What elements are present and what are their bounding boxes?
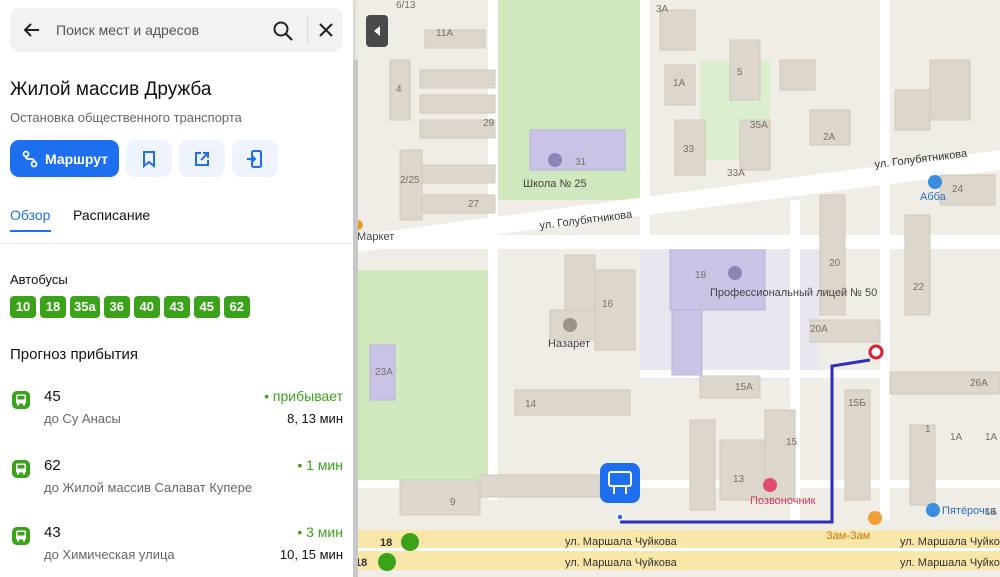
- arrival-route: 45: [44, 388, 61, 405]
- bus-route-badge[interactable]: 18: [40, 296, 66, 318]
- svg-text:15Б: 15Б: [848, 398, 866, 409]
- route-button[interactable]: Маршрут: [10, 140, 119, 177]
- sidebar-panel: Поиск мест и адресов Жилой массив Дружба…: [0, 0, 353, 577]
- svg-text:3А: 3А: [656, 4, 669, 15]
- destination-marker[interactable]: [868, 344, 884, 360]
- bus-route-badge[interactable]: 36: [103, 296, 130, 318]
- active-tab-indicator: [10, 230, 51, 232]
- arrival-times: 8, 13 мин: [287, 411, 343, 426]
- arrival-destination: до Жилой массив Салават Купере: [44, 480, 253, 495]
- close-icon[interactable]: [318, 22, 334, 38]
- svg-text:15: 15: [786, 437, 798, 448]
- svg-text:16: 16: [602, 299, 614, 310]
- poi-label[interactable]: Зам-Зам: [826, 530, 870, 542]
- divider: [0, 243, 353, 244]
- share-button[interactable]: [179, 140, 225, 177]
- bus-route-list: 10 18 35а 36 40 43 45 62: [10, 296, 250, 318]
- arrival-destination: до Химическая улица: [44, 547, 175, 562]
- bus-icon: [12, 527, 30, 545]
- street-label: ул. Маршала Чуйкова: [900, 557, 1000, 569]
- svg-text:6/13: 6/13: [396, 0, 416, 11]
- svg-text:1А: 1А: [985, 432, 998, 443]
- svg-text:1А: 1А: [950, 432, 963, 443]
- bus-route-badge[interactable]: 43: [163, 296, 190, 318]
- svg-text:35А: 35А: [750, 120, 768, 131]
- search-icon[interactable]: [272, 20, 294, 42]
- back-arrow-icon[interactable]: [22, 20, 42, 40]
- arrival-route: 43: [44, 524, 61, 541]
- svg-text:23А: 23А: [375, 367, 393, 378]
- route-button-label: Маршрут: [44, 150, 109, 167]
- arrival-row[interactable]: 43 до Химическая улица • 3 мин 10, 15 ми…: [0, 522, 353, 577]
- svg-text:5: 5: [737, 67, 743, 78]
- bookmark-button[interactable]: [126, 140, 172, 177]
- share-icon: [195, 151, 209, 166]
- search-input[interactable]: Поиск мест и адресов: [56, 22, 199, 38]
- svg-text:11А: 11А: [436, 28, 453, 39]
- svg-text:18: 18: [380, 537, 392, 549]
- search-divider: [307, 16, 308, 44]
- arrival-row[interactable]: 62 до Жилой массив Салават Купере • 1 ми…: [0, 455, 353, 515]
- svg-text:2/25: 2/25: [400, 175, 420, 186]
- svg-text:9: 9: [450, 497, 456, 508]
- arrival-status: • прибывает: [264, 388, 343, 404]
- svg-text:1А: 1А: [673, 78, 686, 89]
- send-to-phone-button[interactable]: [232, 140, 278, 177]
- svg-text:26А: 26А: [970, 378, 988, 389]
- street-label: ул. Маршала Чуйкова: [565, 536, 678, 548]
- svg-text:15А: 15А: [735, 382, 753, 393]
- poi-label[interactable]: Назарет: [548, 338, 590, 350]
- bus-route-badge[interactable]: 10: [10, 296, 36, 318]
- svg-text:22: 22: [913, 282, 925, 293]
- svg-text:27: 27: [468, 199, 480, 210]
- tab-schedule[interactable]: Расписание: [73, 207, 150, 223]
- bus-route-badge[interactable]: 45: [193, 296, 220, 318]
- svg-text:1Б: 1Б: [985, 507, 998, 518]
- tab-overview[interactable]: Обзор: [10, 207, 50, 223]
- street-label: ул. Маршала Чуйкова: [900, 536, 1000, 548]
- svg-text:24: 24: [952, 184, 964, 195]
- svg-text:4: 4: [396, 84, 402, 95]
- sidebar-scrollbar[interactable]: [353, 60, 358, 577]
- poi-label[interactable]: Абба: [920, 191, 947, 203]
- bookmark-icon: [143, 150, 155, 168]
- svg-text:29: 29: [483, 118, 495, 129]
- svg-text:20А: 20А: [810, 324, 828, 335]
- poi-label[interactable]: Позвоночник: [750, 495, 816, 507]
- bus-route-badge[interactable]: 62: [223, 296, 250, 318]
- arrival-times: 10, 15 мин: [279, 547, 343, 562]
- svg-text:20: 20: [829, 258, 841, 269]
- bus-route-badge[interactable]: 40: [133, 296, 160, 318]
- bus-icon: [12, 460, 30, 478]
- poi-label[interactable]: Профессиональный лицей № 50: [710, 287, 877, 299]
- svg-text:33А: 33А: [727, 168, 745, 179]
- route-icon: [22, 150, 38, 167]
- arrivals-title: Прогноз прибытия: [10, 346, 139, 363]
- svg-text:2А: 2А: [823, 132, 836, 143]
- arrival-row[interactable]: 45 до Су Анасы • прибывает 8, 13 мин: [0, 386, 353, 446]
- svg-text:1: 1: [925, 424, 931, 435]
- buses-title: Автобусы: [10, 272, 68, 287]
- place-title: Жилой массив Дружба: [10, 79, 212, 100]
- svg-text:13: 13: [733, 474, 745, 485]
- arrival-status: • 1 мин: [297, 457, 343, 473]
- street-label: ул. Маршала Чуйкова: [565, 557, 678, 569]
- place-subtitle: Остановка общественного транспорта: [10, 110, 242, 125]
- bus-route-badge[interactable]: 35а: [70, 296, 100, 318]
- phone-icon: [247, 149, 262, 168]
- svg-text:33: 33: [683, 144, 695, 155]
- chevron-left-icon: [374, 26, 380, 36]
- arrival-route: 62: [44, 457, 61, 474]
- collapse-panel-button[interactable]: [366, 15, 388, 47]
- search-bar[interactable]: Поиск мест и адресов: [10, 8, 343, 52]
- svg-text:18: 18: [695, 270, 707, 281]
- poi-label[interactable]: Маркет: [357, 231, 394, 243]
- bus-icon: [12, 391, 30, 409]
- arrival-destination: до Су Анасы: [44, 411, 121, 426]
- svg-text:31: 31: [575, 157, 587, 168]
- poi-label[interactable]: Школа № 25: [523, 178, 587, 190]
- arrival-status: • 3 мин: [297, 524, 343, 540]
- svg-text:14: 14: [525, 399, 537, 410]
